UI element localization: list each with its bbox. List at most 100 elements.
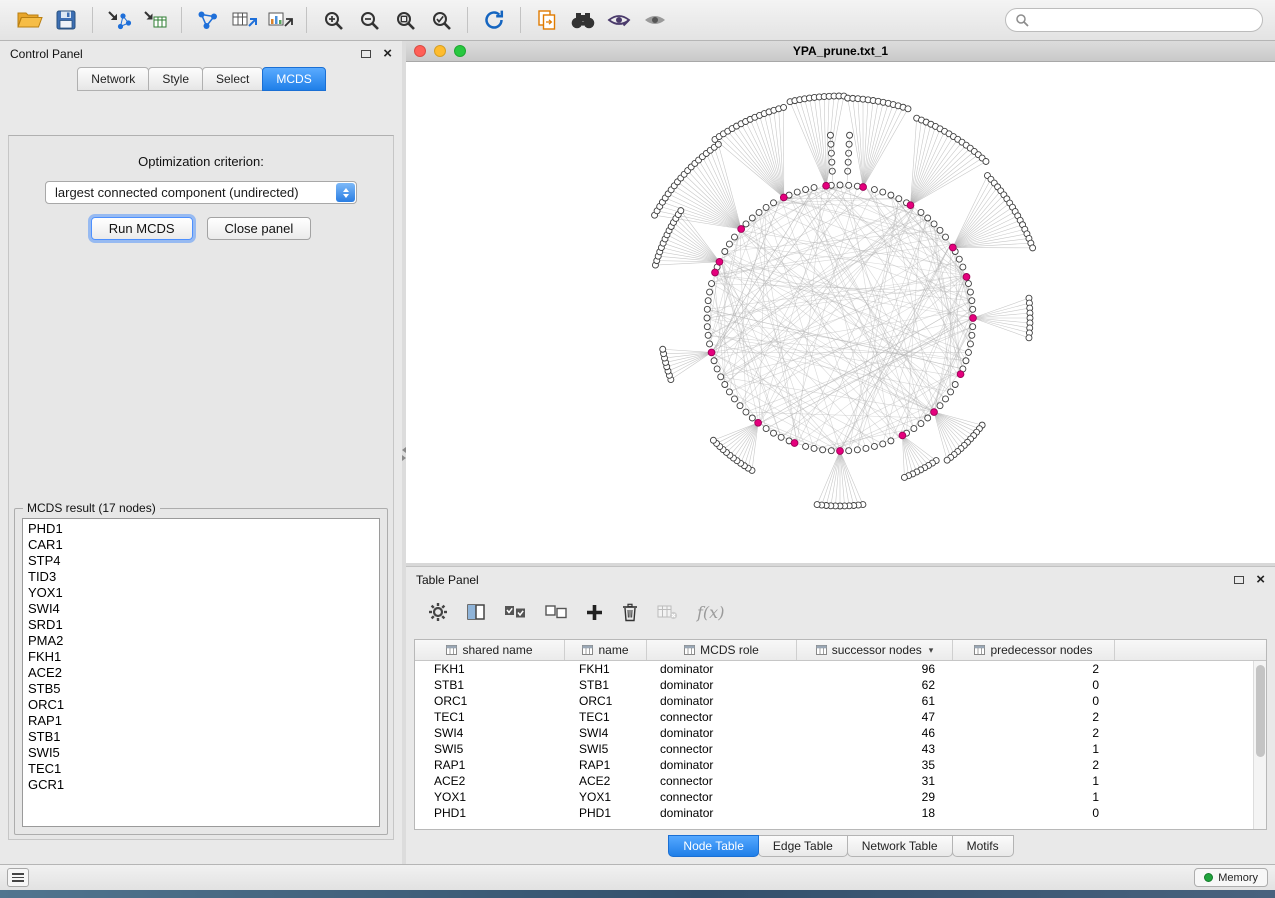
control-panel-title: Control Panel bbox=[10, 47, 83, 61]
float-panel-icon[interactable] bbox=[361, 50, 371, 58]
zoom-selected-button[interactable] bbox=[423, 4, 459, 36]
optimization-criterion-select[interactable]: largest connected component (undirected) bbox=[45, 181, 357, 204]
new-network-button[interactable] bbox=[190, 4, 226, 36]
clone-network-button[interactable] bbox=[529, 4, 565, 36]
table-row[interactable]: FKH1FKH1dominator962 bbox=[415, 661, 1266, 677]
delete-column-button[interactable] bbox=[622, 603, 638, 622]
mcds-result-item[interactable]: YOX1 bbox=[23, 585, 379, 601]
mcds-result-item[interactable]: CAR1 bbox=[23, 537, 379, 553]
style-visibility-button[interactable] bbox=[601, 4, 637, 36]
close-panel-button[interactable]: Close panel bbox=[207, 217, 312, 240]
tab-mcds[interactable]: MCDS bbox=[262, 67, 325, 91]
table-cell: TEC1 bbox=[415, 709, 565, 725]
import-table-button[interactable] bbox=[137, 4, 173, 36]
column-header-successor-nodes[interactable]: successor nodes ▾ bbox=[797, 640, 953, 660]
tab-node-table[interactable]: Node Table bbox=[668, 835, 759, 857]
toolbar-separator bbox=[306, 7, 307, 33]
mcds-result-item[interactable]: SRD1 bbox=[23, 617, 379, 633]
scrollbar-thumb[interactable] bbox=[1256, 665, 1265, 757]
network-graph[interactable] bbox=[406, 62, 1275, 563]
mcds-result-item[interactable]: TEC1 bbox=[23, 761, 379, 777]
network-canvas[interactable] bbox=[406, 62, 1275, 563]
table-scrollbar[interactable] bbox=[1253, 661, 1266, 829]
mcds-result-item[interactable]: FKH1 bbox=[23, 649, 379, 665]
tab-style[interactable]: Style bbox=[148, 67, 203, 91]
mcds-result-list[interactable]: PHD1CAR1STP4TID3YOX1SWI4SRD1PMA2FKH1ACE2… bbox=[22, 518, 380, 827]
network-from-table-button[interactable] bbox=[226, 4, 262, 36]
column-header-name[interactable]: name bbox=[565, 640, 647, 660]
save-session-button[interactable] bbox=[48, 4, 84, 36]
table-row[interactable]: ACE2ACE2connector311 bbox=[415, 773, 1266, 789]
table-row[interactable]: ORC1ORC1dominator610 bbox=[415, 693, 1266, 709]
table-cell: RAP1 bbox=[415, 757, 565, 773]
table-cell: STB1 bbox=[415, 677, 565, 693]
tab-motifs[interactable]: Motifs bbox=[952, 835, 1014, 857]
network-title: YPA_prune.txt_1 bbox=[406, 44, 1275, 58]
zoom-in-icon bbox=[323, 10, 344, 31]
search-input[interactable] bbox=[1035, 13, 1253, 27]
mcds-result-item[interactable]: PMA2 bbox=[23, 633, 379, 649]
close-table-panel-icon[interactable]: × bbox=[1256, 575, 1265, 585]
open-file-button[interactable] bbox=[12, 4, 48, 36]
show-hide-button[interactable] bbox=[637, 4, 673, 36]
window-close-icon[interactable] bbox=[414, 45, 426, 57]
tab-edge-table[interactable]: Edge Table bbox=[758, 835, 848, 857]
table-settings-button[interactable] bbox=[428, 602, 448, 622]
table-row[interactable]: SWI5SWI5connector431 bbox=[415, 741, 1266, 757]
column-header-mcds-role[interactable]: MCDS role bbox=[647, 640, 797, 660]
tab-network-table[interactable]: Network Table bbox=[847, 835, 953, 857]
mcds-result-item[interactable]: STB1 bbox=[23, 729, 379, 745]
show-panels-button[interactable] bbox=[7, 868, 29, 887]
table-row[interactable]: PHD1PHD1dominator180 bbox=[415, 805, 1266, 821]
mcds-result-item[interactable]: SWI4 bbox=[23, 601, 379, 617]
mcds-result-item[interactable]: STB5 bbox=[23, 681, 379, 697]
table-row[interactable]: TEC1TEC1connector472 bbox=[415, 709, 1266, 725]
mcds-result-item[interactable]: RAP1 bbox=[23, 713, 379, 729]
refresh-button[interactable] bbox=[476, 4, 512, 36]
run-mcds-button[interactable]: Run MCDS bbox=[91, 217, 193, 240]
table-row[interactable]: STB1STB1dominator620 bbox=[415, 677, 1266, 693]
window-minimize-icon[interactable] bbox=[434, 45, 446, 57]
table-row[interactable]: RAP1RAP1dominator352 bbox=[415, 757, 1266, 773]
table-body: FKH1FKH1dominator962STB1STB1dominator620… bbox=[415, 661, 1266, 821]
create-column-button[interactable] bbox=[586, 604, 603, 621]
tab-select[interactable]: Select bbox=[202, 67, 263, 91]
unchecked-boxes-icon bbox=[545, 605, 567, 619]
eye-edit-icon bbox=[607, 11, 631, 29]
save-icon bbox=[56, 10, 76, 30]
select-columns-button[interactable] bbox=[467, 604, 485, 620]
find-button[interactable] bbox=[565, 4, 601, 36]
column-header-shared-name[interactable]: shared name bbox=[415, 640, 565, 660]
tab-network[interactable]: Network bbox=[77, 67, 149, 91]
gear-icon bbox=[428, 602, 448, 622]
mcds-result-item[interactable]: PHD1 bbox=[23, 521, 379, 537]
zoom-out-button[interactable] bbox=[351, 4, 387, 36]
zoom-fit-button[interactable] bbox=[387, 4, 423, 36]
table-row[interactable]: SWI4SWI4dominator462 bbox=[415, 725, 1266, 741]
mcds-result-item[interactable]: ACE2 bbox=[23, 665, 379, 681]
close-panel-icon[interactable]: × bbox=[383, 49, 392, 59]
show-all-columns-button[interactable] bbox=[504, 605, 526, 619]
mcds-result-item[interactable]: GCR1 bbox=[23, 777, 379, 793]
table-cell: ACE2 bbox=[415, 773, 565, 789]
table-header-row: shared name name MCDS role successor nod… bbox=[415, 640, 1266, 661]
import-network-button[interactable] bbox=[101, 4, 137, 36]
window-maximize-icon[interactable] bbox=[454, 45, 466, 57]
export-image-button[interactable] bbox=[262, 4, 298, 36]
hide-all-columns-button[interactable] bbox=[545, 605, 567, 619]
float-table-panel-icon[interactable] bbox=[1234, 576, 1244, 584]
column-header-filler bbox=[1115, 640, 1266, 660]
table-cell: dominator bbox=[647, 677, 797, 693]
memory-button[interactable]: Memory bbox=[1194, 868, 1268, 887]
search-field[interactable] bbox=[1005, 8, 1263, 32]
mcds-result-item[interactable]: STP4 bbox=[23, 553, 379, 569]
table-cell: 2 bbox=[953, 709, 1115, 725]
mcds-result-item[interactable]: SWI5 bbox=[23, 745, 379, 761]
table-cell: dominator bbox=[647, 661, 797, 677]
table-row[interactable]: YOX1YOX1connector291 bbox=[415, 789, 1266, 805]
mcds-result-item[interactable]: ORC1 bbox=[23, 697, 379, 713]
column-header-predecessor-nodes[interactable]: predecessor nodes bbox=[953, 640, 1115, 660]
mcds-result-item[interactable]: TID3 bbox=[23, 569, 379, 585]
zoom-out-icon bbox=[359, 10, 380, 31]
zoom-in-button[interactable] bbox=[315, 4, 351, 36]
